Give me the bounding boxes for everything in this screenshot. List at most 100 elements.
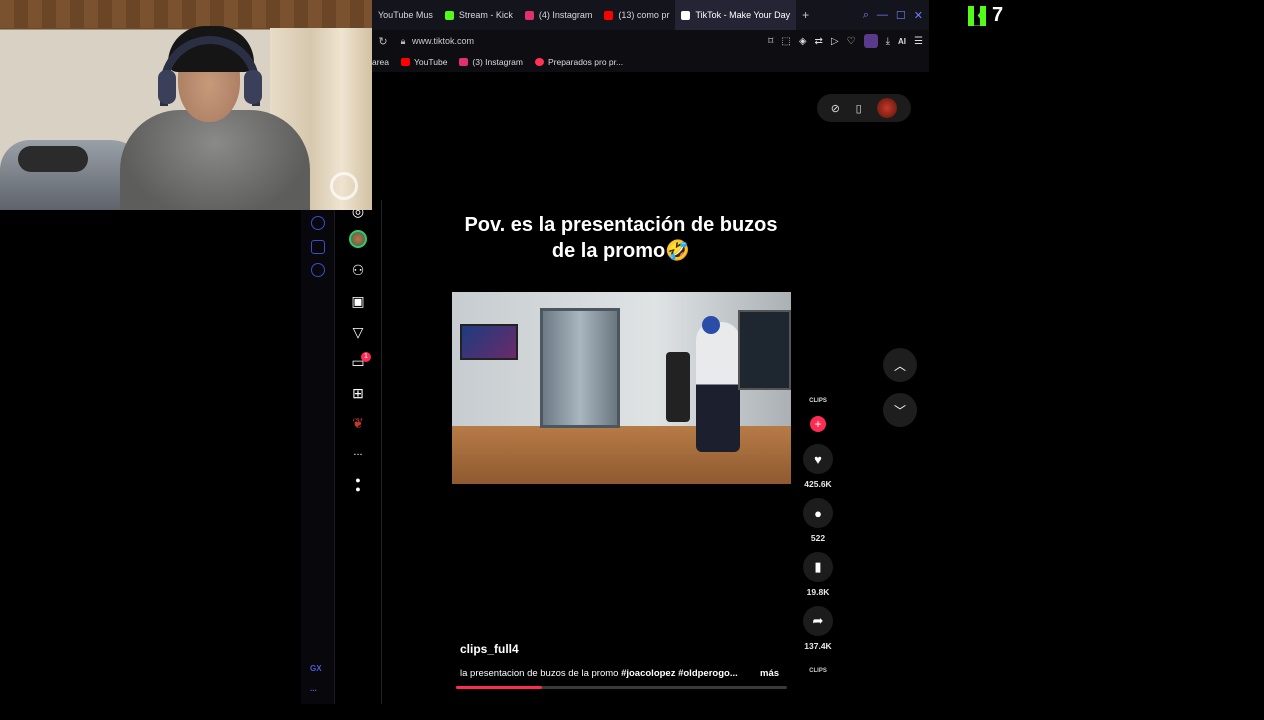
upload-icon[interactable]: ⊞ — [349, 384, 367, 402]
music-disc-icon[interactable]: CLIPS — [809, 668, 827, 686]
chevron-up-icon: ︿ — [893, 358, 906, 373]
extensions-icon[interactable] — [311, 240, 325, 254]
bookmark-area[interactable]: area — [372, 57, 389, 67]
more-icon[interactable]: ... — [349, 443, 367, 461]
tab-tiktok[interactable]: TikTok - Make Your Day — [675, 0, 797, 30]
translate-icon[interactable]: ⇄ — [815, 36, 823, 47]
video-progress-fill — [456, 686, 543, 689]
caption-line-1: Pov. es la presentación de buzos — [464, 214, 778, 236]
description-hashtags[interactable]: #joacolopez #oldperogo... — [621, 668, 738, 679]
like-action[interactable]: ♥ 425.6K — [801, 444, 835, 489]
gx-more-icon[interactable]: ... — [310, 684, 317, 693]
youtube-icon — [401, 58, 411, 66]
following-avatars[interactable]: ● ● — [349, 476, 367, 494]
user-avatar[interactable] — [877, 98, 898, 118]
tab-kick-stream[interactable]: Stream - Kick — [439, 0, 519, 30]
tab-youtube-music[interactable]: YouTube Mus — [372, 0, 439, 30]
kick-viewer-counter: 7 — [968, 4, 1003, 27]
video-person — [696, 322, 740, 452]
tiktok-icon — [681, 10, 691, 20]
share-action[interactable]: ➦ 137.4K — [801, 606, 835, 651]
vpn-icon[interactable]: ◈ — [799, 36, 807, 47]
reload-icon[interactable]: ↻ — [372, 35, 394, 48]
share-icon[interactable]: ➦ — [803, 606, 833, 636]
video-caption: Pov. es la presentación de buzos de la p… — [451, 212, 791, 264]
window-controls: ⌕ — ☐ ✕ — [863, 9, 929, 22]
search-tabs-icon[interactable]: ⌕ — [863, 9, 869, 22]
compass-icon[interactable]: ⊘ — [831, 102, 840, 115]
tab-label: TikTok - Make Your Day — [695, 10, 791, 20]
youtube-icon — [604, 10, 614, 20]
kick-icon — [444, 10, 454, 20]
description-text: la presentacion de buzos de la promo — [460, 668, 622, 679]
tab-bar: YouTube Mus Stream - Kick (4) Instagram … — [372, 0, 929, 30]
next-video-button[interactable]: ﹀ — [883, 393, 917, 427]
maximize-icon[interactable]: ☐ — [896, 9, 906, 22]
toolbar: ⌑ ⬚ ◈ ⇄ ▷ ♡ ⤓ AI ☰ — [768, 34, 929, 48]
video-person-head — [702, 316, 720, 334]
previous-video-button[interactable]: ︿ — [883, 348, 917, 382]
comment-icon[interactable]: ● — [803, 498, 833, 528]
video-gaming-chair — [666, 352, 690, 422]
messages-badge: 1 — [361, 352, 371, 362]
profile-icon[interactable]: ❦ — [349, 414, 367, 432]
menu-icon[interactable]: ☰ — [914, 36, 923, 47]
live-icon[interactable]: ▣ — [349, 292, 367, 310]
send-icon[interactable]: ▽ — [349, 323, 367, 341]
tab-label: (13) como pr — [618, 10, 670, 20]
bookmark-instagram[interactable]: (3) Instagram — [459, 57, 523, 67]
video-progress-bar[interactable] — [456, 686, 787, 689]
webcam-ceiling — [0, 0, 372, 28]
bookmark-preparados[interactable]: Preparados pro pr... — [534, 57, 623, 67]
video-player[interactable] — [452, 292, 791, 484]
bookmark-label: area — [372, 57, 390, 67]
tab-youtube[interactable]: (13) como pr — [598, 0, 675, 30]
download-icon[interactable]: ⤓ — [886, 36, 890, 47]
tab-label: (4) Instagram — [538, 10, 593, 20]
settings-icon[interactable] — [311, 263, 325, 277]
gx-label[interactable]: GX — [310, 664, 322, 673]
bookmark-icon[interactable]: ▮ — [803, 552, 833, 582]
bookmark-youtube[interactable]: YouTube — [401, 57, 447, 67]
video-glass-door — [540, 308, 620, 428]
headset-left-cup — [158, 70, 176, 104]
bookmark-page-icon[interactable]: ⌑ — [768, 36, 773, 47]
snapshot-icon[interactable]: ⬚ — [781, 36, 790, 47]
close-icon[interactable]: ✕ — [914, 9, 923, 22]
caption-line-2: de la promo🤣 — [551, 240, 691, 262]
heart-icon[interactable]: ♥ — [803, 444, 833, 474]
instagram-icon — [524, 10, 534, 20]
instagram-icon — [459, 58, 469, 66]
share-count: 137.4K — [804, 641, 832, 651]
ai-button[interactable]: AI — [898, 37, 906, 46]
lock-icon: 🔒︎ — [400, 35, 406, 46]
tiktok-sidebar: ◎ ⚇ ▣ ▽ ▭ 1 ⊞ ❦ ... ● ● — [335, 200, 382, 704]
author-name[interactable]: clips_full4 — [460, 642, 519, 656]
webcam-logo-icon — [330, 172, 358, 200]
like-count: 425.6K — [804, 479, 832, 489]
extension-icon[interactable] — [863, 34, 878, 48]
player-icon[interactable]: ▷ — [831, 36, 839, 47]
minimize-icon[interactable]: — — [877, 9, 888, 22]
comment-action[interactable]: ● 522 — [801, 498, 835, 543]
save-action[interactable]: ▮ 19.8K — [801, 552, 835, 597]
bookmark-label: YouTube — [414, 57, 448, 67]
phone-icon[interactable]: ▯ — [856, 102, 862, 115]
video-description: la presentacion de buzos de la promo #jo… — [460, 668, 782, 679]
history-icon[interactable] — [311, 216, 325, 230]
profile-avatar[interactable] — [349, 230, 367, 248]
comment-count: 522 — [810, 533, 826, 543]
gx-sidebar: GX ... — [301, 200, 335, 704]
tab-instagram[interactable]: (4) Instagram — [519, 0, 599, 30]
webcam-overlay — [0, 0, 372, 210]
save-count: 19.8K — [806, 587, 830, 597]
more-link[interactable]: más — [760, 668, 779, 679]
video-monitor — [738, 310, 791, 390]
pinterest-icon — [534, 58, 544, 66]
heart-icon[interactable]: ♡ — [847, 36, 856, 47]
new-tab-button[interactable]: + — [796, 8, 815, 22]
url-field[interactable]: www.tiktok.com — [412, 36, 768, 46]
following-icon[interactable]: ⚇ — [349, 261, 367, 279]
bookmark-label: (3) Instagram — [472, 57, 523, 67]
follow-plus-icon[interactable]: + — [810, 416, 826, 432]
